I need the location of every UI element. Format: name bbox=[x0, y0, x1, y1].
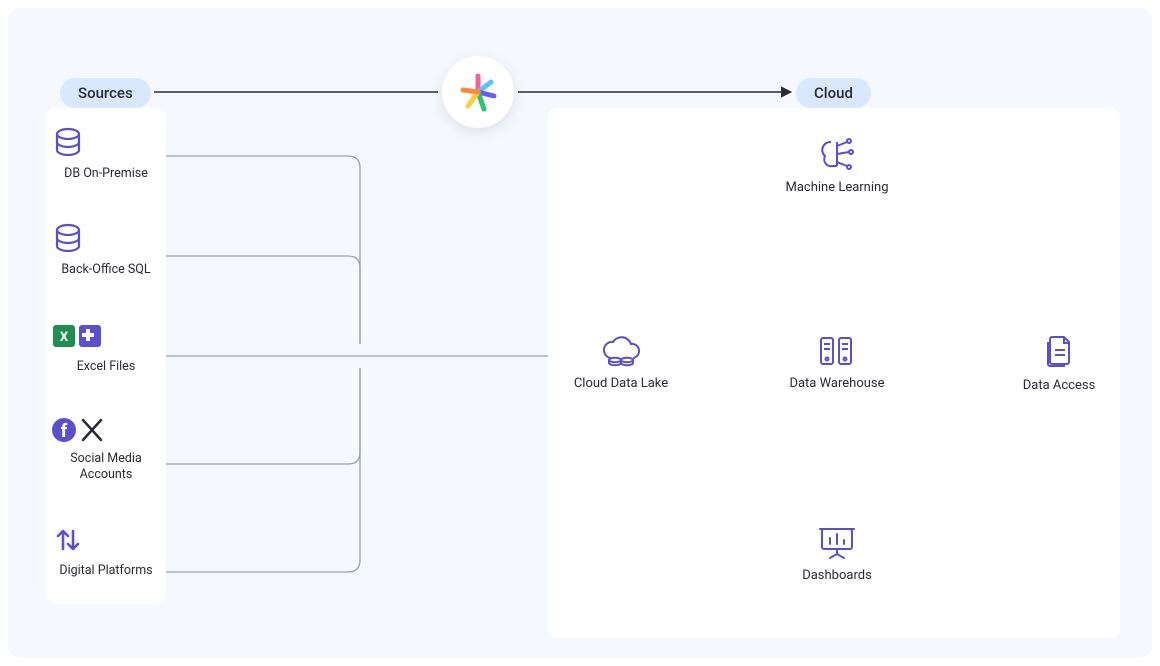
cloud-pill: Cloud bbox=[796, 78, 871, 108]
node-label: Cloud Data Lake bbox=[556, 376, 686, 391]
presentation-chart-icon bbox=[817, 524, 857, 560]
database-icon bbox=[51, 126, 85, 160]
source-social: f Social Media Accounts bbox=[51, 415, 161, 484]
node-dashboards: Dashboards bbox=[772, 524, 902, 583]
source-label: Digital Platforms bbox=[51, 563, 161, 579]
source-label: Excel Files bbox=[51, 359, 161, 375]
node-machine-learning: Machine Learning bbox=[772, 136, 902, 195]
source-label: Social Media Accounts bbox=[51, 451, 161, 484]
node-label: Machine Learning bbox=[772, 180, 902, 195]
node-data-warehouse: Data Warehouse bbox=[772, 334, 902, 391]
node-label: Data Warehouse bbox=[772, 376, 902, 391]
database-icon bbox=[51, 222, 85, 256]
node-label: Dashboards bbox=[772, 568, 902, 583]
node-cloud-data-lake: Cloud Data Lake bbox=[556, 336, 686, 391]
node-data-access: Data Access bbox=[994, 334, 1124, 393]
source-excel: X Excel Files bbox=[51, 319, 161, 375]
servers-icon bbox=[817, 334, 857, 368]
diagram-canvas: Sources Cloud bbox=[8, 8, 1152, 658]
source-db-onprem: DB On-Premise bbox=[51, 126, 161, 182]
cloud-coins-icon bbox=[599, 336, 643, 368]
svg-text:f: f bbox=[61, 421, 68, 442]
source-label: DB On-Premise bbox=[51, 166, 161, 182]
brain-circuit-icon bbox=[817, 136, 857, 172]
social-icons: f bbox=[51, 415, 105, 445]
svg-text:X: X bbox=[60, 330, 69, 345]
source-label: Back-Office SQL bbox=[51, 262, 161, 278]
source-back-office: Back-Office SQL bbox=[51, 222, 161, 278]
documents-icon bbox=[1041, 334, 1077, 370]
hub-logo-icon bbox=[442, 56, 514, 128]
sources-column: DB On-Premise Back-Office SQL X Excel Fi… bbox=[46, 108, 166, 604]
sources-pill: Sources bbox=[60, 78, 151, 108]
source-digital: Digital Platforms bbox=[51, 523, 161, 579]
transfer-arrows-icon bbox=[51, 523, 85, 557]
node-label: Data Access bbox=[994, 378, 1124, 393]
excel-teams-icon: X bbox=[51, 319, 105, 353]
